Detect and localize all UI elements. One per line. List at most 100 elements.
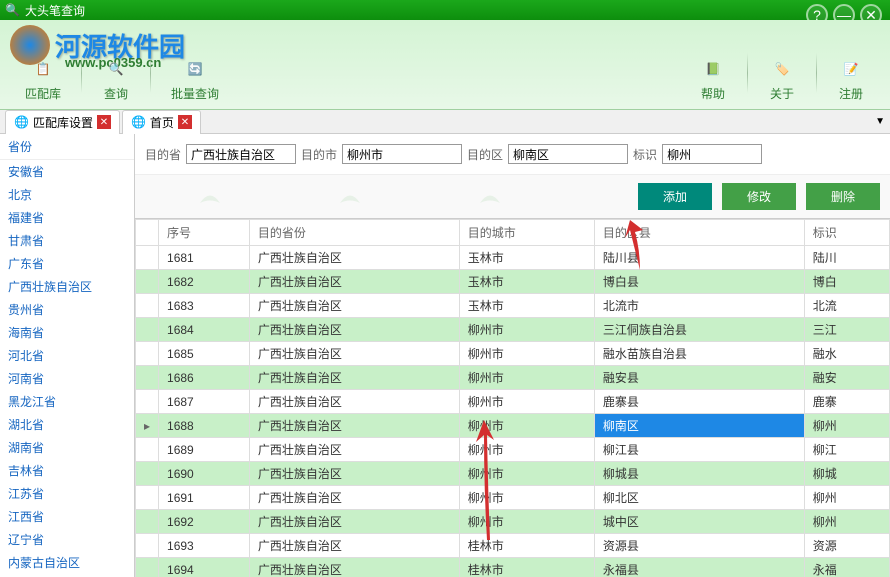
data-grid[interactable]: 序号目的省份目的城市目的区县标识 1681广西壮族自治区玉林市陆川县陆川1682… xyxy=(135,218,890,577)
grid-cell[interactable]: 广西壮族自治区 xyxy=(249,294,459,318)
grid-header[interactable]: 目的城市 xyxy=(459,220,594,246)
modify-button[interactable]: 修改 xyxy=(722,183,796,210)
close-icon[interactable]: ✕ xyxy=(97,115,111,129)
grid-cell[interactable]: 广西壮族自治区 xyxy=(249,246,459,270)
grid-cell[interactable]: 广西壮族自治区 xyxy=(249,510,459,534)
grid-cell[interactable]: 陆川县 xyxy=(594,246,804,270)
grid-cell[interactable]: 广西壮族自治区 xyxy=(249,270,459,294)
grid-cell[interactable]: 玉林市 xyxy=(459,294,594,318)
sidebar-item[interactable]: 广西壮族自治区 xyxy=(0,275,134,298)
grid-cell[interactable]: 博白 xyxy=(804,270,889,294)
sidebar-item[interactable]: 辽宁省 xyxy=(0,528,134,551)
grid-cell[interactable]: 1687 xyxy=(159,390,250,414)
grid-cell[interactable]: 柳州市 xyxy=(459,342,594,366)
add-button[interactable]: 添加 xyxy=(638,183,712,210)
table-row[interactable]: 1692广西壮族自治区柳州市城中区柳州 xyxy=(136,510,890,534)
grid-cell[interactable]: 融安 xyxy=(804,366,889,390)
toolbar-db[interactable]: 📋匹配库 xyxy=(10,53,76,104)
grid-cell[interactable]: 柳州 xyxy=(804,510,889,534)
grid-cell[interactable]: 1688 xyxy=(159,414,250,438)
sidebar-item[interactable]: 安徽省 xyxy=(0,160,134,183)
table-row[interactable]: 1684广西壮族自治区柳州市三江侗族自治县三江 xyxy=(136,318,890,342)
grid-cell[interactable]: 广西壮族自治区 xyxy=(249,534,459,558)
grid-header[interactable]: 序号 xyxy=(159,220,250,246)
grid-header[interactable]: 标识 xyxy=(804,220,889,246)
grid-cell[interactable]: 广西壮族自治区 xyxy=(249,342,459,366)
grid-cell[interactable]: 1690 xyxy=(159,462,250,486)
grid-cell[interactable]: 柳州市 xyxy=(459,390,594,414)
grid-cell[interactable]: 1691 xyxy=(159,486,250,510)
grid-cell[interactable]: 广西壮族自治区 xyxy=(249,438,459,462)
grid-cell[interactable]: 广西壮族自治区 xyxy=(249,318,459,342)
grid-cell[interactable]: 柳州市 xyxy=(459,510,594,534)
grid-cell[interactable]: 陆川 xyxy=(804,246,889,270)
grid-cell[interactable]: 1681 xyxy=(159,246,250,270)
table-row[interactable]: 1683广西壮族自治区玉林市北流市北流 xyxy=(136,294,890,318)
grid-cell[interactable]: 柳州 xyxy=(804,414,889,438)
grid-cell[interactable]: 柳江县 xyxy=(594,438,804,462)
sidebar-item[interactable]: 河南省 xyxy=(0,367,134,390)
grid-cell[interactable]: 三江 xyxy=(804,318,889,342)
sidebar-item[interactable]: 湖南省 xyxy=(0,436,134,459)
grid-cell[interactable]: 柳北区 xyxy=(594,486,804,510)
grid-cell[interactable]: 柳州 xyxy=(804,486,889,510)
grid-cell[interactable]: 城中区 xyxy=(594,510,804,534)
grid-cell[interactable]: 资源 xyxy=(804,534,889,558)
grid-cell[interactable]: 永福县 xyxy=(594,558,804,577)
table-row[interactable]: 1694广西壮族自治区桂林市永福县永福 xyxy=(136,558,890,577)
table-row[interactable]: 1681广西壮族自治区玉林市陆川县陆川 xyxy=(136,246,890,270)
tab-config[interactable]: 🌐匹配库设置✕ xyxy=(5,110,120,134)
grid-cell[interactable]: 广西壮族自治区 xyxy=(249,366,459,390)
grid-cell[interactable]: 柳江 xyxy=(804,438,889,462)
table-row[interactable]: 1682广西壮族自治区玉林市博白县博白 xyxy=(136,270,890,294)
table-row[interactable]: 1691广西壮族自治区柳州市柳北区柳州 xyxy=(136,486,890,510)
sidebar-item[interactable]: 北京 xyxy=(0,183,134,206)
grid-cell[interactable]: 1684 xyxy=(159,318,250,342)
grid-cell[interactable]: 博白县 xyxy=(594,270,804,294)
grid-cell[interactable]: 柳州市 xyxy=(459,438,594,462)
grid-cell[interactable]: 柳州市 xyxy=(459,366,594,390)
sidebar-item[interactable]: 河北省 xyxy=(0,344,134,367)
grid-cell[interactable]: 永福 xyxy=(804,558,889,577)
grid-cell[interactable]: 柳州市 xyxy=(459,414,594,438)
sidebar-item[interactable]: 江苏省 xyxy=(0,482,134,505)
sidebar-item[interactable]: 江西省 xyxy=(0,505,134,528)
toolbar-query[interactable]: 🔍查询 xyxy=(87,53,145,104)
grid-cell[interactable]: 1693 xyxy=(159,534,250,558)
mark-input[interactable] xyxy=(662,144,762,164)
grid-cell[interactable]: 鹿寨县 xyxy=(594,390,804,414)
toolbar-about[interactable]: 🏷️关于 xyxy=(753,53,811,104)
district-input[interactable] xyxy=(508,144,628,164)
sidebar-item[interactable]: 贵州省 xyxy=(0,298,134,321)
grid-cell[interactable]: 1692 xyxy=(159,510,250,534)
grid-cell[interactable]: 广西壮族自治区 xyxy=(249,462,459,486)
table-row[interactable]: ▸1688广西壮族自治区柳州市柳南区柳州 xyxy=(136,414,890,438)
close-icon[interactable]: ✕ xyxy=(178,115,192,129)
grid-cell[interactable]: 柳州市 xyxy=(459,462,594,486)
grid-cell[interactable]: 1694 xyxy=(159,558,250,577)
sidebar-item[interactable]: 吉林省 xyxy=(0,459,134,482)
grid-cell[interactable]: 柳南区 xyxy=(594,414,804,438)
grid-cell[interactable]: 融安县 xyxy=(594,366,804,390)
grid-cell[interactable]: 玉林市 xyxy=(459,270,594,294)
grid-cell[interactable]: 融水 xyxy=(804,342,889,366)
table-row[interactable]: 1693广西壮族自治区桂林市资源县资源 xyxy=(136,534,890,558)
grid-cell[interactable]: 柳州市 xyxy=(459,318,594,342)
grid-cell[interactable]: 广西壮族自治区 xyxy=(249,486,459,510)
grid-cell[interactable]: 1682 xyxy=(159,270,250,294)
table-row[interactable]: 1689广西壮族自治区柳州市柳江县柳江 xyxy=(136,438,890,462)
city-input[interactable] xyxy=(342,144,462,164)
sidebar-item[interactable]: 湖北省 xyxy=(0,413,134,436)
toolbar-help[interactable]: 📗帮助 xyxy=(684,53,742,104)
table-row[interactable]: 1686广西壮族自治区柳州市融安县融安 xyxy=(136,366,890,390)
grid-cell[interactable]: 北流 xyxy=(804,294,889,318)
grid-cell[interactable]: 融水苗族自治县 xyxy=(594,342,804,366)
grid-cell[interactable]: 北流市 xyxy=(594,294,804,318)
sidebar-item[interactable]: 甘肃省 xyxy=(0,229,134,252)
grid-cell[interactable]: 广西壮族自治区 xyxy=(249,390,459,414)
sidebar-item[interactable]: 内蒙古自治区 xyxy=(0,551,134,574)
delete-button[interactable]: 删除 xyxy=(806,183,880,210)
tab-home[interactable]: 🌐首页✕ xyxy=(122,110,201,134)
table-row[interactable]: 1690广西壮族自治区柳州市柳城县柳城 xyxy=(136,462,890,486)
toolbar-register[interactable]: 📝注册 xyxy=(822,53,880,104)
